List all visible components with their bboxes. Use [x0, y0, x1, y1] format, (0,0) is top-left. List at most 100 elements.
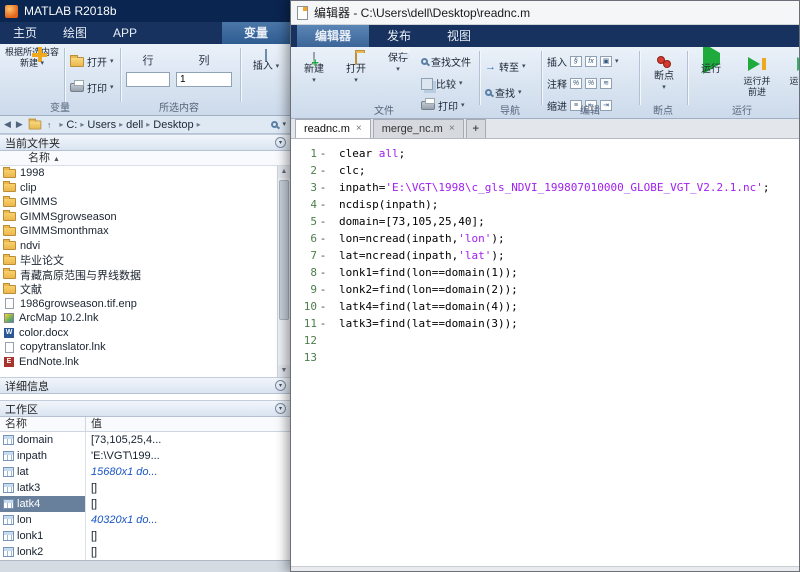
file-tab-readnc[interactable]: readnc.m: [295, 119, 371, 138]
workspace-variable-row[interactable]: domain[73,105,25,4...: [0, 432, 290, 448]
tab-variable[interactable]: 变量: [222, 22, 290, 44]
code-line[interactable]: 1-clear all;: [291, 145, 799, 162]
file-tab-merge-nc[interactable]: merge_nc.m: [373, 119, 464, 138]
save-button[interactable]: 保存: [379, 53, 417, 75]
compare-button[interactable]: 比较: [421, 76, 463, 91]
back-icon[interactable]: ◀: [4, 119, 11, 130]
search-icon[interactable]: [271, 121, 278, 128]
new-file-tab-button[interactable]: +: [466, 119, 486, 138]
folder-item[interactable]: GIMMSmonthmax: [0, 224, 277, 239]
new-from-selection-button[interactable]: 根据所选内容 新建: [3, 47, 61, 70]
row-input[interactable]: [126, 72, 170, 87]
code-line[interactable]: 5-domain=[73,105,25,40];: [291, 213, 799, 230]
variable-name-cell[interactable]: lat: [0, 464, 86, 480]
find-button[interactable]: 查找: [485, 85, 522, 100]
code-line[interactable]: 3-inpath='E:\VGT\1998\c_gls_NDVI_1998070…: [291, 179, 799, 196]
file-item[interactable]: EEndNote.lnk: [0, 355, 277, 370]
workspace-variable-row[interactable]: lonk1[]: [0, 528, 290, 544]
tab-editor[interactable]: 编辑器: [297, 25, 369, 47]
tab-publish[interactable]: 发布: [369, 25, 429, 47]
variable-name-cell[interactable]: lon: [0, 512, 86, 528]
print-variable-button[interactable]: 打印: [70, 80, 114, 95]
folder-item[interactable]: 文献: [0, 282, 277, 297]
panel-menu-button[interactable]: [275, 137, 286, 148]
breadcrumb-segment[interactable]: Users: [87, 119, 116, 131]
up-one-level-icon[interactable]: ↑: [47, 120, 52, 130]
code-line[interactable]: 9-lonk2=find(lon==domain(2));: [291, 281, 799, 298]
code-line[interactable]: 12: [291, 332, 799, 349]
code-line[interactable]: 7-lat=ncread(inpath,'lat');: [291, 247, 799, 264]
insert-function-icon[interactable]: fx: [585, 56, 597, 67]
panel-menu-button[interactable]: [275, 380, 286, 391]
scroll-down-icon[interactable]: ▼: [278, 365, 290, 377]
find-files-button[interactable]: 查找文件: [421, 54, 471, 69]
variable-name-cell[interactable]: domain: [0, 432, 86, 448]
code-line[interactable]: 13: [291, 349, 799, 366]
forward-icon[interactable]: ▶: [16, 119, 23, 130]
breakpoints-button[interactable]: 断点: [643, 53, 685, 93]
scroll-up-icon[interactable]: ▲: [278, 166, 290, 178]
scrollbar-thumb[interactable]: [279, 180, 289, 320]
workspace-variable-row[interactable]: latk4[]: [0, 496, 290, 512]
insert-button[interactable]: 插入: [246, 50, 286, 73]
code-line[interactable]: 4-ncdisp(inpath);: [291, 196, 799, 213]
comment-icon[interactable]: %: [570, 78, 582, 89]
file-item[interactable]: copytranslator.lnk: [0, 340, 277, 355]
folder-item[interactable]: clip: [0, 181, 277, 196]
open-variable-button[interactable]: 打开: [70, 54, 114, 69]
folder-item[interactable]: ndvi: [0, 239, 277, 254]
insert-section-icon[interactable]: §: [570, 56, 582, 67]
tab-home[interactable]: 主页: [0, 22, 50, 44]
file-item[interactable]: Wcolor.docx: [0, 326, 277, 341]
wrap-comment-icon[interactable]: ≋: [600, 78, 612, 89]
workspace-variable-row[interactable]: lonk2[]: [0, 544, 290, 560]
run-and-advance-button[interactable]: 运行并 前进: [735, 53, 779, 98]
matlab-titlebar[interactable]: MATLAB R2018b: [0, 0, 290, 22]
variable-name-cell[interactable]: latk4: [0, 496, 86, 512]
uncomment-icon[interactable]: %: [585, 78, 597, 89]
workspace-name-column[interactable]: 名称: [0, 417, 86, 431]
name-column-header[interactable]: 名称: [0, 151, 290, 166]
variable-name-cell[interactable]: lonk1: [0, 528, 86, 544]
breadcrumb-segment[interactable]: dell: [126, 119, 143, 131]
insert-block-icon[interactable]: ▣: [600, 56, 612, 67]
goto-button[interactable]: → 转至: [485, 59, 526, 74]
file-item[interactable]: 1986growseason.tif.enp: [0, 297, 277, 312]
file-item[interactable]: ArcMap 10.2.lnk: [0, 311, 277, 326]
code-line[interactable]: 10-latk4=find(lat==domain(4));: [291, 298, 799, 315]
file-list-scrollbar[interactable]: ▲ ▼: [277, 166, 290, 377]
breadcrumb-segment[interactable]: Desktop: [153, 119, 193, 131]
workspace-variable-row[interactable]: lon40320x1 do...: [0, 512, 290, 528]
comment-controls[interactable]: 注释 % % ≋: [547, 76, 612, 91]
variable-name-cell[interactable]: latk3: [0, 480, 86, 496]
editor-titlebar[interactable]: 编辑器 - C:\Users\dell\Desktop\readnc.m: [291, 1, 799, 25]
code-line[interactable]: 6-lon=ncread(inpath,'lon');: [291, 230, 799, 247]
workspace-variable-row[interactable]: latk3[]: [0, 480, 290, 496]
folder-item[interactable]: 毕业论文: [0, 253, 277, 268]
panel-menu-button[interactable]: [275, 403, 286, 414]
open-file-button[interactable]: 打开: [337, 53, 375, 86]
dropdown-arrow-icon[interactable]: [282, 120, 286, 128]
workspace-value-column[interactable]: 值: [86, 417, 290, 431]
close-tab-icon[interactable]: [356, 124, 362, 134]
variable-name-cell[interactable]: lonk2: [0, 544, 86, 560]
tab-view[interactable]: 视图: [429, 25, 489, 47]
code-line[interactable]: 11-latk3=find(lat==domain(3));: [291, 315, 799, 332]
folder-item[interactable]: 青藏高原范围与界线数据: [0, 268, 277, 283]
code-line[interactable]: 2-clc;: [291, 162, 799, 179]
workspace-variable-row[interactable]: lat15680x1 do...: [0, 464, 290, 480]
insert-menu[interactable]: 插入 § fx ▣: [547, 54, 619, 69]
tab-apps[interactable]: APP: [100, 22, 150, 44]
breadcrumb-segment[interactable]: C:: [66, 119, 77, 131]
folder-item[interactable]: GIMMS: [0, 195, 277, 210]
folder-item[interactable]: GIMMSgrowseason: [0, 210, 277, 225]
workspace-variable-row[interactable]: inpath'E:\VGT\199...: [0, 448, 290, 464]
close-tab-icon[interactable]: [449, 124, 455, 134]
folder-item[interactable]: 1998: [0, 166, 277, 181]
run-button[interactable]: 运行: [691, 53, 731, 75]
col-input[interactable]: [176, 72, 232, 87]
tab-plots[interactable]: 绘图: [50, 22, 100, 44]
variable-name-cell[interactable]: inpath: [0, 448, 86, 464]
run-section-button[interactable]: 运行节: [783, 53, 799, 87]
new-script-button[interactable]: 新建: [295, 53, 333, 86]
